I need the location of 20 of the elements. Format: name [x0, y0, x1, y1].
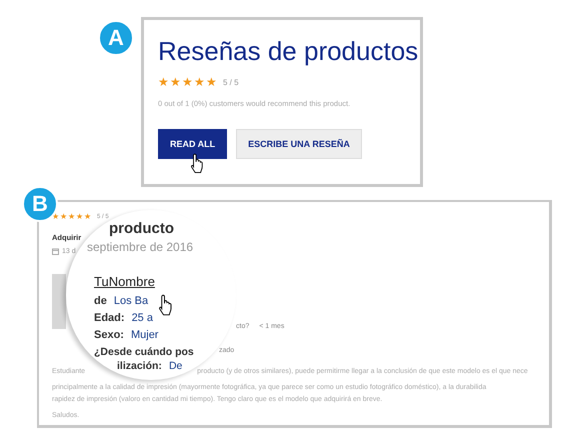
field-label: ¿Desde cuándo pos: [94, 346, 194, 359]
star-rating: ★★★★★ 5 / 5: [158, 76, 239, 88]
avatar: [52, 274, 66, 329]
write-review-button[interactable]: ESCRIBE UNA RESEÑA: [236, 129, 362, 159]
read-all-button[interactable]: READ ALL: [158, 129, 228, 159]
field-label: de: [94, 295, 107, 308]
reviewer-name-link[interactable]: TuNombre: [94, 274, 155, 289]
review-date: septiembre de 2016: [87, 240, 194, 254]
field-value: Mujer: [130, 329, 158, 342]
review-title: producto: [109, 220, 175, 237]
field-label: Sexo:: [94, 329, 124, 342]
field-value: 25 a: [132, 312, 153, 325]
calendar-icon: [52, 248, 59, 255]
rating-score: 5 / 5: [223, 78, 239, 86]
field-value: De: [168, 360, 182, 373]
field-label: ilización:: [117, 360, 162, 373]
reviews-title: Reseñas de productos: [158, 36, 420, 67]
step-badge: A: [98, 20, 134, 56]
field-value: Los Ba: [114, 295, 148, 308]
field-label: Edad:: [94, 312, 125, 325]
